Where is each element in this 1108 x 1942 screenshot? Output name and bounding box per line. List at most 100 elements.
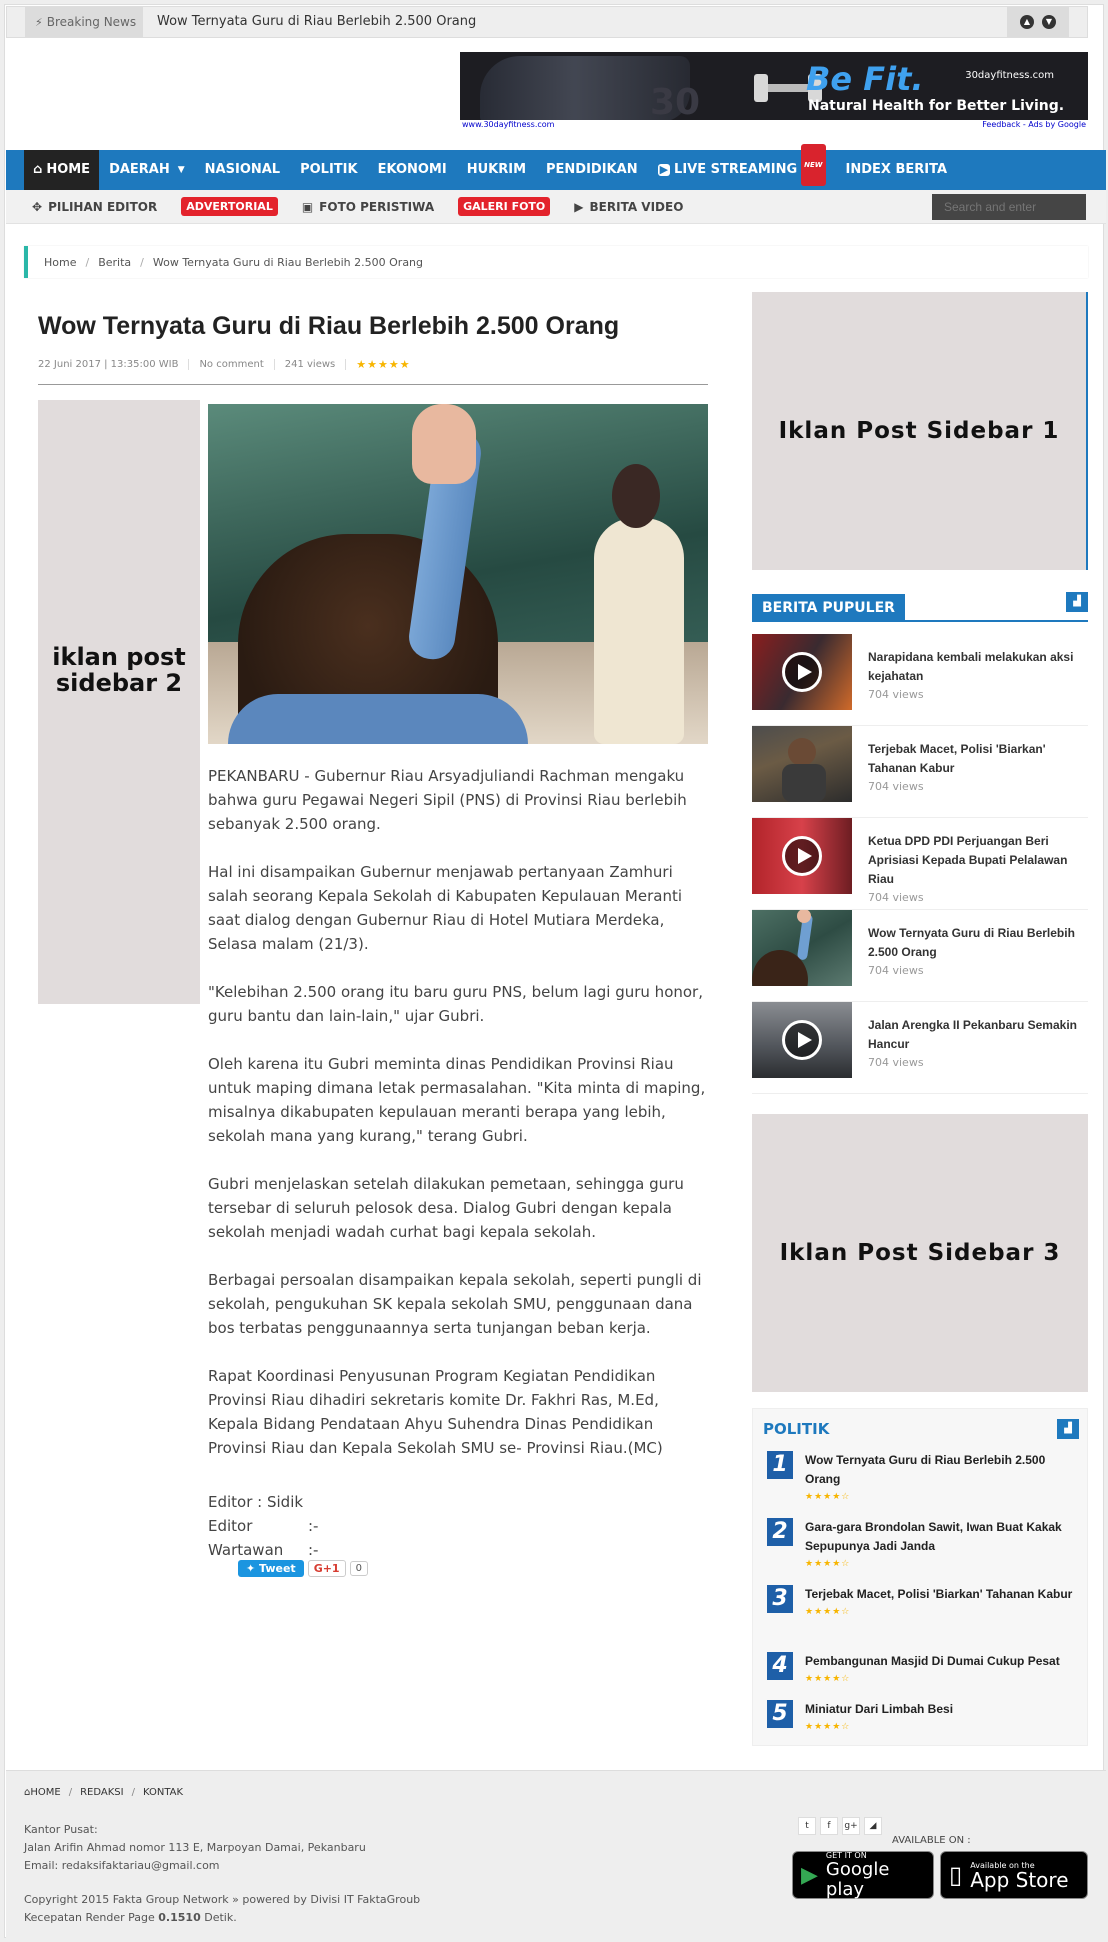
banner-feedback[interactable]: Feedback - Ads by Google [982,120,1086,130]
article-views: 241 views [275,359,347,370]
list-item-title[interactable]: Pembangunan Masjid Di Dumai Cukup Pesat [805,1652,1077,1671]
footer-separator: / [68,1787,73,1798]
breadcrumb-berita[interactable]: Berita [98,256,131,269]
nav-home[interactable]: ⌂ HOME [24,150,100,190]
youtube-icon: ▶ [657,163,671,176]
nav-hukrim[interactable]: HUKRIM [457,150,536,190]
rating-stars: ★★★★☆ [805,1674,851,1684]
list-item[interactable]: 5 Miniatur Dari Limbah Besi ★★★★☆ [767,1700,1077,1732]
nav-nasional[interactable]: NASIONAL [195,150,290,190]
sub-pilihan-editor[interactable]: ✥ PILIHAN EDITOR [32,200,157,214]
twitter-icon[interactable]: t [798,1817,816,1835]
list-item-title[interactable]: Jalan Arengka II Pekanbaru Semakin Hancu… [868,1016,1078,1054]
breaking-headline-link[interactable]: Wow Ternyata Guru di Riau Berlebih 2.500… [157,7,476,37]
banner-ad[interactable]: 30 Be Fit. 30dayfitness.com Natural Heal… [460,52,1088,130]
banner-brand: Be Fit. [806,60,924,98]
nav-pendidikan[interactable]: PENDIDIKAN [536,150,648,190]
google-play-icon: ▶ [801,1862,818,1888]
teacher-body [594,518,684,744]
rank-number: 3 [767,1585,793,1613]
home-icon: ⌂ [33,162,43,177]
apple-icon: ▯ [949,1861,963,1889]
breadcrumb-separator: / [85,255,90,269]
credit-value: :- [308,1517,319,1535]
article-date: 22 Juni 2017 | 13:35:00 WIB [38,359,190,370]
list-item[interactable]: 2 Gara-gara Brondolan Sawit, Iwan Buat K… [767,1518,1077,1569]
banner-ghost-text: 30 [650,82,701,123]
arrow-down-icon[interactable]: ▼ [1042,15,1056,29]
article-photo [208,404,708,744]
nav-daerah[interactable]: DAERAH ▼ [99,150,195,190]
footer-redaksi[interactable]: REDAKSI [80,1787,124,1798]
paragraph: Hal ini disampaikan Gubernur menjawab pe… [208,863,683,953]
list-item[interactable]: 3 Terjebak Macet, Polisi 'Biarkan' Tahan… [767,1585,1077,1617]
footer-home[interactable]: ⌂HOME [24,1787,61,1798]
list-item[interactable]: 1 Wow Ternyata Guru di Riau Berlebih 2.5… [767,1451,1077,1502]
nav-live-streaming-label: LIVE STREAMING [674,162,798,177]
play-icon [782,1020,822,1060]
list-item[interactable]: 4 Pembangunan Masjid Di Dumai Cukup Pesa… [767,1652,1077,1684]
rank-number: 4 [767,1652,793,1680]
list-item-title[interactable]: Wow Ternyata Guru di Riau Berlebih 2.500… [805,1451,1077,1489]
sub-foto-peristiwa-label: FOTO PERISTIWA [319,199,435,214]
popular-title: BERITA PUPULER [752,594,905,622]
credit-value: :- [308,1541,319,1559]
list-item[interactable]: Jalan Arengka II Pekanbaru Semakin Hancu… [752,1002,1088,1094]
banner-url[interactable]: www.30dayfitness.com [462,120,554,130]
paragraph: Oleh karena itu Gubri meminta dinas Pend… [208,1055,706,1145]
list-item-title[interactable]: Gara-gara Brondolan Sawit, Iwan Buat Kak… [805,1518,1077,1556]
list-item[interactable]: Wow Ternyata Guru di Riau Berlebih 2.500… [752,910,1088,1002]
sub-foto-peristiwa[interactable]: ▣ FOTO PERISTIWA [302,200,434,214]
classroom-photo [752,910,813,986]
breadcrumb-home[interactable]: Home [44,256,76,269]
app-store-button[interactable]: ▯ Available on the App Store [940,1851,1088,1899]
search-input[interactable] [932,194,1086,220]
list-item-title[interactable]: Narapidana kembali melakukan aksi kejaha… [868,648,1078,686]
politik-widget: POLITIK ▟ 1 Wow Ternyata Guru di Riau Be… [752,1408,1088,1746]
signal-icon[interactable]: ▟ [1066,592,1088,612]
politik-title[interactable]: POLITIK [763,1420,829,1438]
teacher-figure [588,464,684,744]
breadcrumb-current: Wow Ternyata Guru di Riau Berlebih 2.500… [152,255,424,269]
googleplus-icon[interactable]: g+ [842,1817,860,1835]
google-play-big: Google play [825,1858,890,1900]
rank-number: 2 [767,1518,793,1546]
article-comments[interactable]: No comment [189,359,275,370]
gplus-button[interactable]: G+1 [307,1560,346,1577]
list-item-title[interactable]: Miniatur Dari Limbah Besi [805,1700,1077,1719]
nav-ekonomi[interactable]: EKONOMI [368,150,457,190]
list-item-title[interactable]: Terjebak Macet, Polisi 'Biarkan' Tahanan… [868,740,1078,778]
breaking-news-bar: ⚡ Breaking News Wow Ternyata Guru di Riau… [6,6,1088,38]
office-email[interactable]: Email: redaksifaktariau@gmail.com [24,1857,366,1875]
nav-politik[interactable]: POLITIK [290,150,367,190]
post-sidebar-ad-2[interactable]: iklan post sidebar 2 [38,400,200,1004]
sub-galeri-foto[interactable]: GALERI FOTO [458,197,551,216]
credit-row: Editor:- [208,1514,318,1538]
post-sidebar-ad-1[interactable]: Iklan Post Sidebar 1 [752,292,1088,570]
tweet-button[interactable]: ✦ Tweet [238,1560,304,1577]
list-item[interactable]: Terjebak Macet, Polisi 'Biarkan' Tahanan… [752,726,1088,818]
rss-icon[interactable]: ◢ [864,1817,882,1835]
nav-index-berita[interactable]: INDEX BERITA [836,150,958,190]
post-sidebar-ad-3[interactable]: Iklan Post Sidebar 3 [752,1114,1088,1392]
tweet-label: Tweet [259,1562,296,1575]
arrow-up-icon[interactable]: ▲ [1020,15,1034,29]
sub-advertorial[interactable]: ADVERTORIAL [181,197,278,216]
credit-row: Wartawan:- [208,1538,318,1562]
list-item-title[interactable]: Terjebak Macet, Polisi 'Biarkan' Tahanan… [805,1585,1077,1604]
list-item[interactable]: Narapidana kembali melakukan aksi kejaha… [752,634,1088,726]
facebook-icon[interactable]: f [820,1817,838,1835]
footer-kontak[interactable]: KONTAK [143,1787,183,1798]
google-play-button[interactable]: ▶ GET IT ON Google play [792,1851,934,1899]
teacher-head [612,464,660,528]
list-item[interactable]: Ketua DPD PDI Perjuangan Beri Aprisiasi … [752,818,1088,910]
nav-live-streaming[interactable]: ▶ LIVE STREAMING NEW [648,144,836,190]
signal-icon[interactable]: ▟ [1057,1419,1079,1439]
list-item-title[interactable]: Wow Ternyata Guru di Riau Berlebih 2.500… [868,924,1078,962]
banner-tagline: Natural Health for Better Living. [808,98,1065,114]
header-underline [752,620,1088,622]
rating-stars[interactable]: ★★★★★ [346,358,420,371]
raised-hand [412,404,476,484]
sub-berita-video[interactable]: ▶ BERITA VIDEO [574,200,683,214]
list-item-title[interactable]: Ketua DPD PDI Perjuangan Beri Aprisiasi … [868,832,1078,889]
